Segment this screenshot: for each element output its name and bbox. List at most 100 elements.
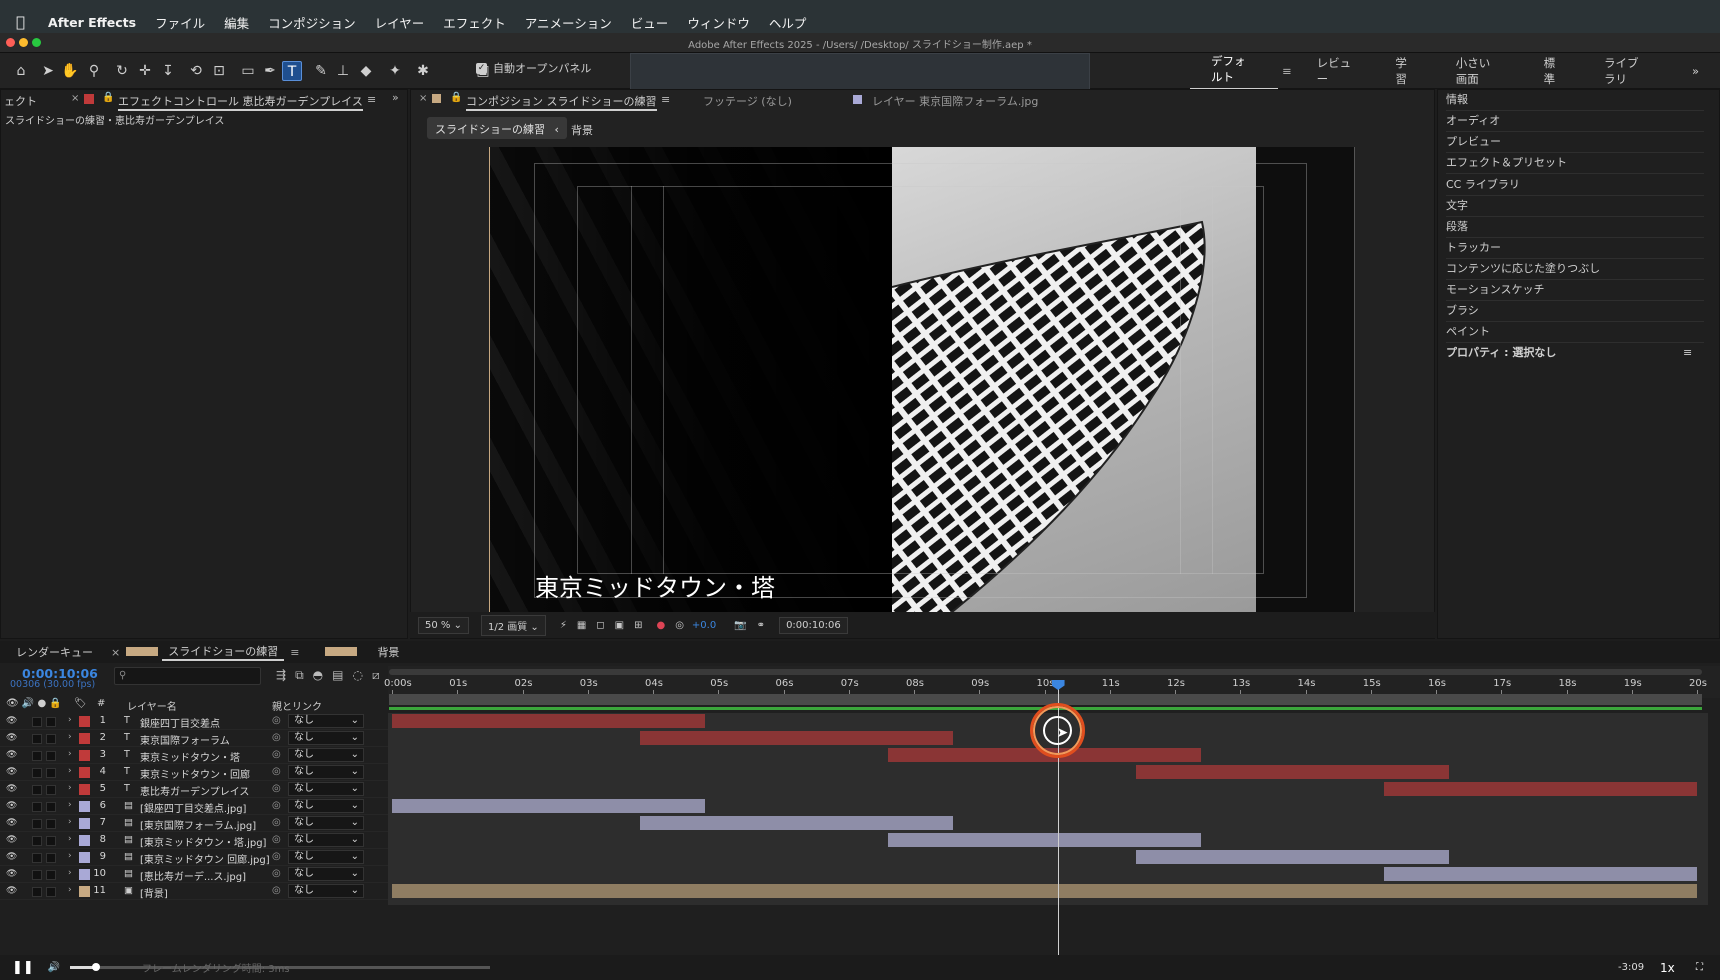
right-panel-item-9[interactable]: モーションスケッチ <box>1446 279 1704 301</box>
pick-whip-icon[interactable]: ◎ <box>272 732 281 743</box>
av-features-icon[interactable]: 👁 🔊 ● 🔒 <box>6 698 62 709</box>
draft-3d-icon[interactable]: ⧉ <box>295 668 304 683</box>
workspace-library[interactable]: ライブラリ <box>1583 55 1671 87</box>
close-timeline-tab-icon[interactable]: × <box>109 646 122 659</box>
channel-icon[interactable]: ● <box>656 620 665 631</box>
track-z-icon[interactable]: ↧ <box>158 61 178 81</box>
visibility-eye-icon[interactable]: 👁 <box>6 716 18 726</box>
layer-duration-bar[interactable] <box>392 714 706 728</box>
transparency-grid-icon[interactable]: ▦ <box>577 620 586 631</box>
shy-layers-icon[interactable]: ◓ <box>313 668 323 683</box>
layer-row[interactable]: 👁 › 11 ▣ [背景] ◎ なし ⌄ <box>0 883 388 900</box>
tab-render-queue[interactable]: レンダーキュー <box>0 644 109 660</box>
lock-icon[interactable]: 🔒 <box>102 92 114 103</box>
pick-whip-icon[interactable]: ◎ <box>272 885 281 896</box>
snapshot-icon[interactable]: 📷 <box>734 620 746 631</box>
solo-switch[interactable] <box>32 819 42 829</box>
layer-duration-bar[interactable] <box>887 833 1202 847</box>
close-comp-tab-icon[interactable]: × <box>419 93 427 104</box>
workspace-review[interactable]: レビュー <box>1296 55 1375 87</box>
visibility-eye-icon[interactable]: 👁 <box>6 886 18 896</box>
pick-whip-icon[interactable]: ◎ <box>272 868 281 879</box>
menu-app-name[interactable]: After Effects <box>48 15 136 30</box>
grid-guides-icon[interactable]: ⊞ <box>634 620 642 631</box>
right-panel-item-1[interactable]: オーディオ <box>1446 110 1704 132</box>
lock-switch[interactable] <box>46 819 56 829</box>
time-navigator[interactable] <box>389 669 1702 675</box>
layer-row[interactable]: 👁 › 6 ▤ [銀座四丁目交差点.jpg] ◎ なし ⌄ <box>0 798 388 815</box>
layer-duration-bar[interactable] <box>1135 850 1450 864</box>
layer-label-color[interactable] <box>79 886 90 897</box>
visibility-eye-icon[interactable]: 👁 <box>6 750 18 760</box>
visibility-eye-icon[interactable]: 👁 <box>6 835 18 845</box>
menu-window[interactable]: ウィンドウ <box>687 13 750 32</box>
pick-whip-icon[interactable]: ◎ <box>272 783 281 794</box>
menu-file[interactable]: ファイル <box>155 13 205 32</box>
parent-dropdown[interactable]: なし ⌄ <box>288 867 364 881</box>
layer-duration-bar[interactable] <box>1135 765 1450 779</box>
brush-icon[interactable]: ✎ <box>311 61 331 81</box>
expand-triangle-icon[interactable]: › <box>68 715 72 725</box>
expand-triangle-icon[interactable]: › <box>68 834 72 844</box>
close-tab-icon[interactable]: × <box>71 93 79 104</box>
layer-label-color[interactable] <box>79 716 90 727</box>
layer-row[interactable]: 👁 › 2 T 東京国際フォーラム ◎ なし ⌄ <box>0 730 388 747</box>
comp-nav-current[interactable]: スライドショーの練習 ‹ <box>427 117 567 139</box>
expand-triangle-icon[interactable]: › <box>68 732 72 742</box>
solo-switch[interactable] <box>32 853 42 863</box>
expand-triangle-icon[interactable]: › <box>68 885 72 895</box>
layer-label-color[interactable] <box>79 733 90 744</box>
playback-speed[interactable]: 1x <box>1660 961 1675 975</box>
layer-label-color[interactable] <box>79 852 90 863</box>
layer-name[interactable]: [東京国際フォーラム.jpg] <box>140 817 256 832</box>
right-panel-item-6[interactable]: 段落 <box>1446 216 1704 238</box>
expand-triangle-icon[interactable]: › <box>68 749 72 759</box>
tab-background-comp[interactable]: 背景 <box>361 644 415 660</box>
visibility-eye-icon[interactable]: 👁 <box>6 852 18 862</box>
anchor-icon[interactable]: ⊡ <box>209 61 229 81</box>
solo-switch[interactable] <box>32 751 42 761</box>
layer-name[interactable]: 東京国際フォーラム <box>140 732 230 747</box>
visibility-eye-icon[interactable]: 👁 <box>6 784 18 794</box>
zoom-icon[interactable]: ⚲ <box>84 61 104 81</box>
lock-switch[interactable] <box>46 785 56 795</box>
layer-row[interactable]: 👁 › 10 ▤ [恵比寿ガーデ...ス.jpg] ◎ なし ⌄ <box>0 866 388 883</box>
show-snapshot-icon[interactable]: ⚭ <box>757 620 765 631</box>
layer-row[interactable]: 👁 › 4 T 東京ミッドタウン・回廊 ◎ なし ⌄ <box>0 764 388 781</box>
layer-name[interactable]: [背景] <box>140 885 168 900</box>
mask-visibility-icon[interactable]: ◻ <box>596 620 604 631</box>
visibility-eye-icon[interactable]: 👁 <box>6 818 18 828</box>
parent-dropdown[interactable]: なし ⌄ <box>288 748 364 762</box>
parent-dropdown[interactable]: なし ⌄ <box>288 884 364 898</box>
layer-name[interactable]: [東京ミッドタウン 回廊.jpg] <box>140 851 270 866</box>
properties-menu-icon[interactable]: ≡ <box>1683 342 1695 364</box>
tab-effects-prev[interactable]: ェクト <box>4 93 37 109</box>
workspace-more-icon[interactable]: » <box>1671 64 1720 78</box>
clone-icon[interactable]: ⊥ <box>333 61 353 81</box>
properties-panel-header[interactable]: プロパティ : 選択なし <box>1446 342 1704 364</box>
layer-name[interactable]: [銀座四丁目交差点.jpg] <box>140 800 246 815</box>
lock-switch[interactable] <box>46 768 56 778</box>
color-management-icon[interactable]: ◎ <box>675 620 684 631</box>
comp-lock-icon[interactable]: 🔒 <box>450 92 462 103</box>
timeline-tab-menu-icon[interactable]: ≡ <box>284 646 305 659</box>
layer-duration-bar[interactable] <box>1383 782 1697 796</box>
layer-row[interactable]: 👁 › 1 T 銀座四丁目交差点 ◎ なし ⌄ <box>0 713 388 730</box>
solo-switch[interactable] <box>32 734 42 744</box>
parent-dropdown[interactable]: なし ⌄ <box>288 850 364 864</box>
right-panel-item-4[interactable]: CC ライブラリ <box>1446 174 1704 196</box>
expand-triangle-icon[interactable]: › <box>68 851 72 861</box>
pick-whip-icon[interactable]: ◎ <box>272 715 281 726</box>
layer-duration-bar[interactable] <box>639 816 954 830</box>
exposure-value[interactable]: +0.0 <box>692 620 716 631</box>
caption-text[interactable]: 東京ミッドタウン・塔 <box>535 568 775 603</box>
layer-label-color[interactable] <box>79 835 90 846</box>
visibility-eye-icon[interactable]: 👁 <box>6 869 18 879</box>
orbit-icon[interactable]: ↻ <box>112 61 132 81</box>
layer-label-color[interactable] <box>79 767 90 778</box>
lock-switch[interactable] <box>46 870 56 880</box>
lock-switch[interactable] <box>46 836 56 846</box>
region-of-interest-icon[interactable]: ▣ <box>615 620 624 631</box>
layer-label-color[interactable] <box>79 750 90 761</box>
lock-switch[interactable] <box>46 751 56 761</box>
